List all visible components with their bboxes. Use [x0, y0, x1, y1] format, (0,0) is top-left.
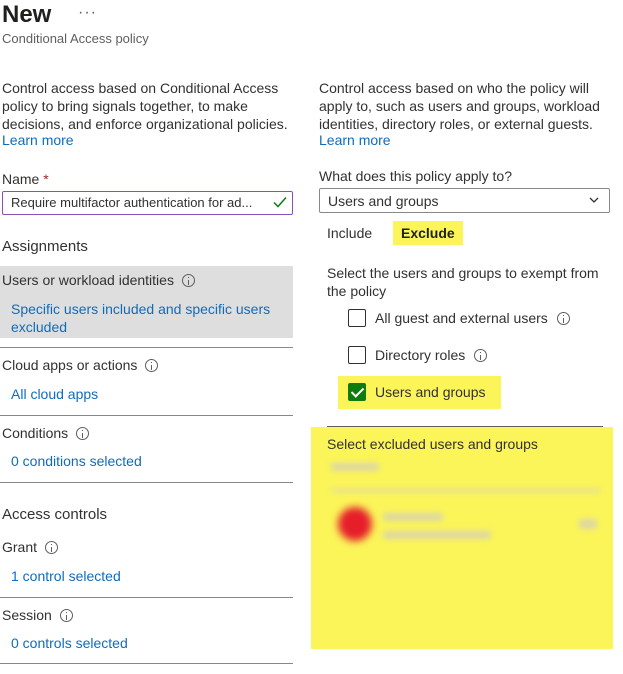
session-value-link[interactable]: 0 controls selected [11, 635, 128, 651]
more-options-icon[interactable]: ··· [78, 4, 97, 22]
policy-name-input[interactable]: Require multifactor authentication for a… [2, 191, 293, 215]
info-icon[interactable] [556, 311, 570, 325]
excluded-users-panel: Select excluded users and groups [311, 427, 613, 649]
apply-to-dropdown[interactable]: Users and groups [319, 188, 610, 213]
blurred-user-name [383, 513, 443, 521]
apply-label: What does this policy apply to? [319, 168, 512, 184]
required-mark: * [43, 171, 49, 187]
users-title: Users or workload identities [2, 272, 195, 288]
info-icon[interactable] [45, 540, 59, 554]
apply-to-value: Users and groups [328, 193, 439, 209]
divider [0, 597, 293, 598]
tab-exclude[interactable]: Exclude [393, 221, 463, 245]
option-all-guests[interactable]: All guest and external users [348, 309, 570, 327]
cloud-apps-value-link[interactable]: All cloud apps [11, 386, 98, 402]
cloud-apps-title: Cloud apps or actions [2, 357, 159, 373]
left-description: Control access based on Conditional Acce… [2, 80, 288, 132]
grant-value-link[interactable]: 1 control selected [11, 568, 121, 584]
divider [0, 482, 293, 483]
grant-title: Grant [2, 539, 59, 555]
blurred-remove-action [579, 519, 597, 529]
directory-roles-label: Directory roles [375, 347, 466, 363]
name-label: Name * [2, 171, 49, 187]
grant-title-text: Grant [2, 539, 38, 555]
blurred-search [331, 463, 379, 471]
users-groups-label: Users and groups [375, 384, 486, 400]
blurred-separator [331, 489, 601, 492]
users-title-text: Users or workload identities [2, 272, 174, 288]
cloud-apps-title-text: Cloud apps or actions [2, 357, 138, 373]
option-users-groups[interactable]: Users and groups [348, 383, 486, 401]
info-icon[interactable] [76, 426, 90, 440]
users-groups-checkbox[interactable] [348, 383, 366, 401]
conditions-value-link[interactable]: 0 conditions selected [11, 453, 142, 469]
info-icon[interactable] [59, 608, 73, 622]
directory-roles-checkbox[interactable] [348, 346, 366, 364]
all-guests-checkbox[interactable] [348, 309, 366, 327]
conditions-title-text: Conditions [2, 425, 69, 441]
blurred-user-email [383, 531, 491, 539]
session-title-text: Session [2, 607, 52, 623]
chevron-down-icon [589, 197, 599, 203]
info-icon[interactable] [474, 348, 488, 362]
divider [0, 347, 293, 348]
session-title: Session [2, 607, 73, 623]
access-controls-heading: Access controls [2, 506, 108, 523]
info-icon[interactable] [181, 273, 195, 287]
right-description: Control access based on who the policy w… [319, 80, 600, 132]
exempt-description: Select the users and groups to exempt fr… [327, 265, 599, 299]
divider [0, 415, 293, 416]
excluded-users-heading: Select excluded users and groups [327, 436, 538, 452]
valid-check-icon [273, 197, 287, 208]
page-subtitle: Conditional Access policy [2, 31, 149, 46]
users-value-link[interactable]: Specific users included and specific use… [11, 300, 281, 336]
page-title: New [2, 1, 52, 28]
divider [0, 663, 293, 664]
left-learn-more-link[interactable]: Learn more [2, 132, 74, 148]
assignments-heading: Assignments [2, 238, 88, 255]
right-learn-more-link[interactable]: Learn more [319, 132, 391, 148]
conditions-title: Conditions [2, 425, 90, 441]
name-label-text: Name [2, 171, 40, 187]
option-directory-roles[interactable]: Directory roles [348, 346, 488, 364]
all-guests-label: All guest and external users [375, 310, 548, 326]
tab-include[interactable]: Include [327, 221, 372, 245]
users-workload-row[interactable]: Users or workload identities Specific us… [0, 266, 293, 338]
info-icon[interactable] [145, 358, 159, 372]
user-avatar [338, 507, 372, 541]
